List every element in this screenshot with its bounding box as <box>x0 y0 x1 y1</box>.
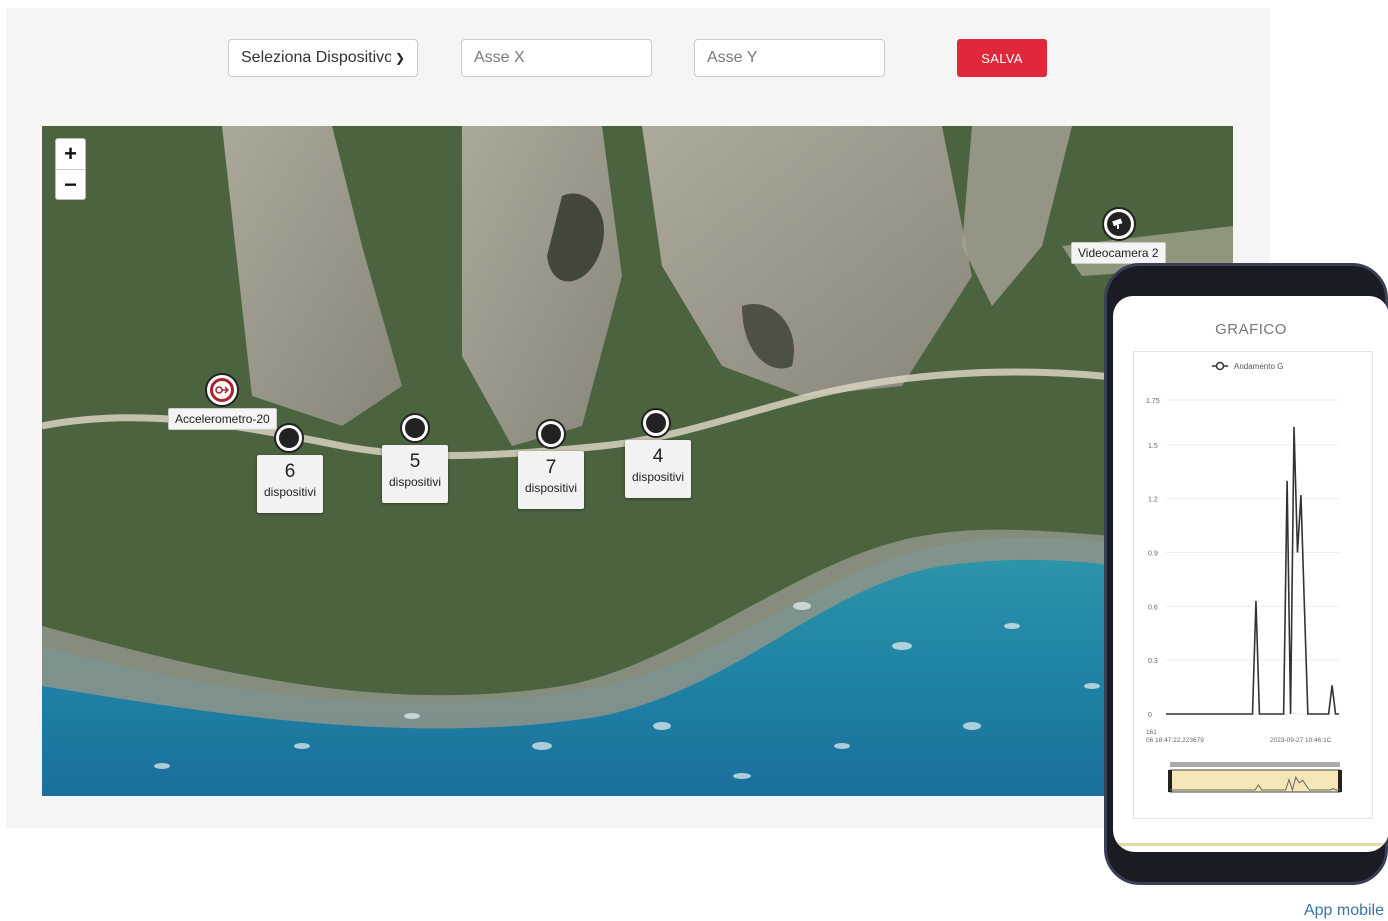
camera-icon <box>1107 212 1131 236</box>
axis-x-input[interactable] <box>474 49 639 67</box>
phone-chart: Andamento G 1.75 0 0.3 0.6 0.9 1.2 1.5 161 06 18:… <box>1133 351 1373 819</box>
zoom-in-button[interactable]: + <box>56 139 85 169</box>
phone-mockup: GRAFICO Andamento G 1.75 0 0.3 0.6 0.9 1.2 1.5 1… <box>1104 263 1388 885</box>
device-select-value: Seleziona Dispositivo <box>241 49 391 66</box>
axis-y-field[interactable] <box>694 39 885 77</box>
satellite-map[interactable]: + − Accelerometro-20 Videocamera 2 6 dis… <box>42 126 1233 796</box>
app-mobile-link[interactable]: App mobile <box>1304 902 1384 920</box>
accelerometer-marker[interactable] <box>205 373 239 407</box>
y-tick-label: 0.3 <box>1148 658 1158 665</box>
device-select[interactable]: Seleziona Dispositivo ❯ <box>228 39 418 77</box>
camera-marker[interactable] <box>1102 207 1136 241</box>
cluster-text: dispositivi <box>631 470 685 484</box>
cluster-count: 4 <box>652 446 664 467</box>
y-tick-label: 0.9 <box>1148 551 1158 558</box>
y-tick-label: 1.2 <box>1148 497 1158 504</box>
device-cluster[interactable]: 7 dispositivi <box>518 451 584 509</box>
device-cluster[interactable]: 6 dispositivi <box>257 455 323 513</box>
device-cluster[interactable]: 5 dispositivi <box>382 445 448 503</box>
cluster-count: 7 <box>545 457 557 478</box>
cluster-pin <box>641 408 671 438</box>
cluster-text: dispositivi <box>388 475 442 489</box>
y-tick-label: 0.6 <box>1148 604 1158 611</box>
chevron-down-icon: ❯ <box>394 51 405 65</box>
device-icon <box>279 428 299 448</box>
phone-bottom-bar <box>1113 843 1388 846</box>
range-handle-right <box>1338 770 1342 792</box>
range-handle-left <box>1168 770 1172 792</box>
cluster-text: dispositivi <box>263 485 317 499</box>
accelerometer-icon <box>210 378 234 402</box>
series-line-andamento-g <box>1166 426 1339 715</box>
device-icon <box>646 413 666 433</box>
axis-y-input[interactable] <box>707 49 872 67</box>
legend-label: Andamento G <box>1234 362 1283 371</box>
marker-label: Videocamera 2 <box>1071 242 1166 264</box>
range-scrollbar <box>1170 762 1340 767</box>
phone-chart-title: GRAFICO <box>1215 321 1287 338</box>
y-tick-label: 1.5 <box>1148 443 1158 450</box>
range-navigator <box>1169 769 1341 793</box>
cluster-pin <box>274 423 304 453</box>
axis-x-field[interactable] <box>461 39 652 77</box>
cluster-pin <box>536 419 566 449</box>
cluster-count: 6 <box>284 461 296 482</box>
phone-chart-svg: Andamento G 1.75 0 0.3 0.6 0.9 1.2 1.5 16106 18:… <box>1146 361 1342 793</box>
cluster-count: 5 <box>409 451 421 472</box>
cluster-text: dispositivi <box>524 481 578 495</box>
legend-marker <box>1215 361 1225 371</box>
cluster-pin <box>400 413 430 443</box>
x-tick-label: 2023-09-27 10:46:1C <box>1270 737 1332 744</box>
device-icon <box>541 424 561 444</box>
save-button[interactable]: SALVA <box>957 39 1047 77</box>
phone-screen: GRAFICO Andamento G 1.75 0 0.3 0.6 0.9 1.2 1.5 1… <box>1113 296 1388 852</box>
device-icon <box>405 418 425 438</box>
x-tick-label: 06 18:47:22.223679 <box>1146 737 1204 744</box>
zoom-control: + − <box>55 138 86 200</box>
device-cluster[interactable]: 4 dispositivi <box>625 440 691 498</box>
zoom-out-button[interactable]: − <box>56 169 85 199</box>
y-tick-label: 1.75 <box>1146 398 1160 405</box>
x-tick-label: 161 <box>1146 729 1157 736</box>
marker-label: Accelerometro-20 <box>168 408 277 430</box>
y-tick-label: 0 <box>1148 712 1152 719</box>
